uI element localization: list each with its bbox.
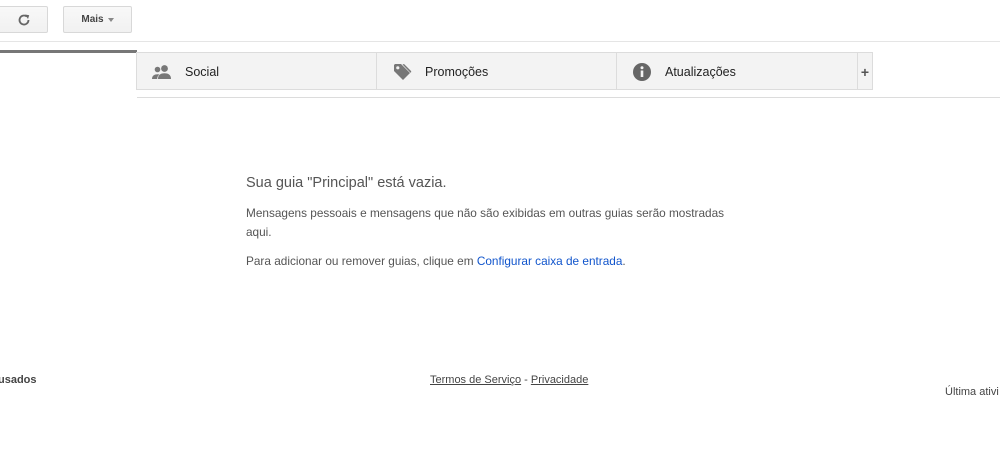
info-icon — [631, 61, 653, 83]
refresh-button[interactable] — [0, 6, 48, 33]
tab-principal[interactable] — [0, 50, 137, 98]
caret-down-icon — [107, 18, 114, 22]
footer-separator: - — [521, 374, 531, 386]
add-tab-label: + — [860, 63, 870, 80]
tab-promotions[interactable]: Promoções — [376, 52, 617, 90]
footer-links: Termos de Serviço - Privacidade — [430, 374, 588, 386]
tabs-underline — [136, 89, 873, 90]
empty-state: Sua guia "Principal" está vazia. Mensage… — [246, 175, 766, 268]
tab-updates-label: Atualizações — [665, 64, 736, 79]
config-suffix: . — [622, 254, 626, 268]
config-prefix: Para adicionar ou remover guias, clique … — [246, 254, 477, 268]
last-activity: Última ativi — [945, 386, 999, 398]
storage-usage: usados — [0, 374, 37, 386]
empty-state-config-text: Para adicionar ou remover guias, clique … — [246, 254, 766, 268]
people-icon — [151, 61, 173, 83]
refresh-icon — [18, 14, 30, 25]
tab-social-label: Social — [185, 64, 220, 79]
inbox-page: Mais Social Promoções Atualizações + Sua… — [0, 0, 1000, 456]
add-tab-button[interactable]: + — [857, 52, 873, 90]
toolbar: Mais — [0, 0, 1000, 42]
tabs-divider — [0, 97, 1000, 98]
tab-updates[interactable]: Atualizações — [616, 52, 858, 90]
more-button[interactable]: Mais — [63, 6, 132, 33]
terms-link[interactable]: Termos de Serviço — [430, 374, 521, 386]
tag-icon — [391, 61, 413, 83]
more-button-label: Mais — [81, 14, 104, 25]
configure-inbox-link[interactable]: Configurar caixa de entrada — [477, 254, 623, 268]
privacy-link[interactable]: Privacidade — [531, 374, 588, 386]
empty-state-description: Mensagens pessoais e mensagens que não s… — [246, 206, 725, 239]
tab-social[interactable]: Social — [136, 52, 377, 90]
tab-promotions-label: Promoções — [425, 64, 489, 79]
empty-state-title: Sua guia "Principal" está vazia. — [246, 175, 447, 191]
